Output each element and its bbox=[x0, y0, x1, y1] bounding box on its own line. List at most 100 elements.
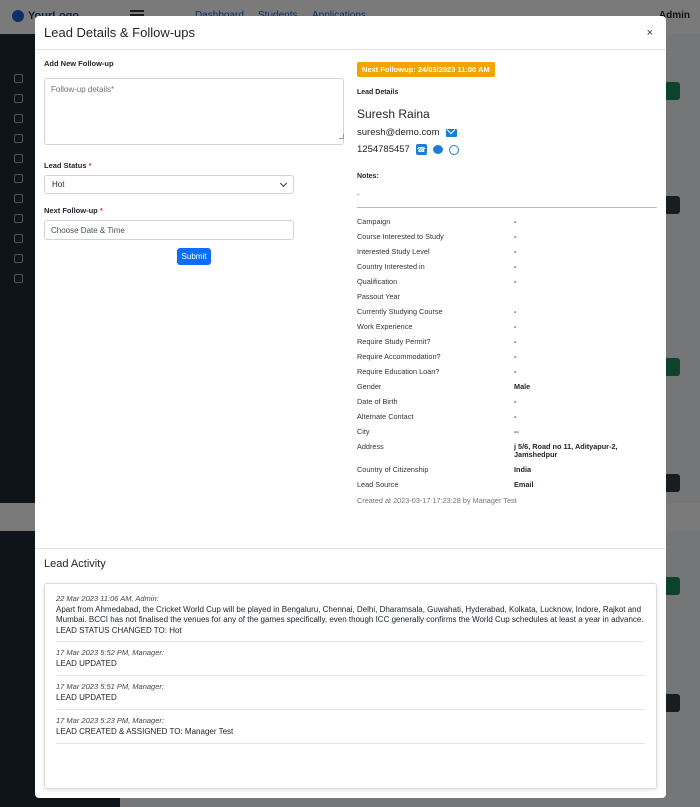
lead-info-row: Address j 5/6, Road no 11, Adityapur-2, J… bbox=[357, 439, 657, 462]
lead-email: suresh@demo.com bbox=[357, 127, 440, 138]
notes-value: - bbox=[357, 190, 360, 199]
activity-meta: 17 Mar 2023 5:52 PM, Manager: bbox=[56, 648, 164, 657]
lead-status-label: Lead Status * bbox=[44, 161, 344, 170]
lead-info-row: Require Study Permit? - bbox=[357, 334, 657, 349]
submit-wrap: Submit bbox=[44, 246, 344, 265]
lead-info-key: Currently Studying Course bbox=[357, 306, 443, 316]
lead-status-label-text: Lead Status bbox=[44, 161, 87, 170]
activity-item: 17 Mar 2023 5:51 PM, Manager: LEAD UPDATE… bbox=[56, 676, 645, 710]
lead-status-select[interactable]: Hot bbox=[44, 175, 294, 194]
lead-info-value bbox=[514, 289, 657, 304]
chevron-down-icon bbox=[279, 179, 288, 187]
lead-info-key: Require Accommodation? bbox=[357, 351, 441, 361]
lead-info-key: Date of Birth bbox=[357, 396, 398, 406]
lead-info-value: - bbox=[514, 276, 517, 286]
lead-info-row: Passout Year bbox=[357, 289, 657, 304]
lead-info-value: - bbox=[514, 231, 517, 241]
phone-row: 1254785457 ☎ bbox=[357, 144, 657, 155]
lead-info-value: - bbox=[514, 336, 517, 346]
activity-list: 22 Mar 2023 11:06 AM, Admin: Apart from A… bbox=[44, 583, 657, 789]
lead-info-key: Qualification bbox=[357, 276, 398, 286]
lead-info-row: Require Accommodation? - bbox=[357, 349, 657, 364]
lead-info-row: Gender Male bbox=[357, 379, 657, 394]
lead-info-value: - bbox=[514, 261, 517, 271]
notes-label: Notes: bbox=[357, 173, 379, 180]
lead-info-value: - bbox=[514, 246, 517, 256]
email-row: suresh@demo.com bbox=[357, 127, 657, 138]
required-mark: * bbox=[88, 161, 92, 170]
lead-info-row: Date of Birth - bbox=[357, 394, 657, 409]
activity-text: LEAD CREATED & ASSIGNED TO: Manager Test bbox=[56, 727, 234, 736]
lead-info-row: Country of Citizenship India bbox=[357, 462, 657, 477]
lead-info-row: Require Education Loan? - bbox=[357, 364, 657, 379]
lead-info-table: Campaign - Course Interested to Study - Inte… bbox=[357, 214, 657, 492]
lead-info-value: j 5/6, Road no 11, Adityapur-2, Jamshedp… bbox=[514, 441, 618, 459]
next-followup-label: Next Follow-up * bbox=[44, 206, 344, 215]
add-followup-label: Add New Follow-up bbox=[44, 59, 114, 68]
lead-info-value: - bbox=[514, 351, 517, 361]
whatsapp-icon[interactable] bbox=[448, 144, 459, 155]
activity-text: LEAD UPDATED bbox=[56, 693, 117, 702]
activity-item: 22 Mar 2023 11:06 AM, Admin: Apart from A… bbox=[56, 588, 645, 642]
lead-info-key: Lead Source bbox=[357, 479, 399, 489]
activity-item: 17 Mar 2023 5:23 PM, Manager: LEAD CREATE… bbox=[56, 710, 645, 744]
activity-status: LEAD STATUS CHANGED TO: Hot bbox=[56, 626, 182, 635]
textarea-resize-handle[interactable] bbox=[339, 134, 344, 139]
notes-divider bbox=[357, 207, 657, 208]
next-followup-label-text: Next Follow-up bbox=[44, 206, 98, 215]
lead-info-value: - bbox=[514, 396, 517, 406]
modal-title: Lead Details & Follow-ups bbox=[44, 25, 196, 40]
lead-info-value: Male bbox=[514, 381, 531, 391]
close-button[interactable]: × bbox=[643, 25, 657, 41]
lead-info-value: India bbox=[514, 464, 532, 474]
chat-icon[interactable] bbox=[432, 145, 443, 154]
lead-info-key: Course Interested to Study bbox=[357, 231, 444, 241]
lead-info-row: Country Interested in - bbox=[357, 259, 657, 274]
lead-info-key: Gender bbox=[357, 381, 382, 391]
followup-details-textarea[interactable] bbox=[44, 78, 344, 145]
activity-meta: 22 Mar 2023 11:06 AM, Admin: bbox=[56, 594, 159, 603]
activity-text: LEAD UPDATED bbox=[56, 659, 117, 668]
lead-details-label: Lead Details bbox=[357, 89, 399, 96]
submit-button[interactable]: Submit bbox=[176, 248, 212, 265]
lead-details-modal: Lead Details & Follow-ups × Add New Foll… bbox=[35, 16, 666, 798]
envelope-icon[interactable] bbox=[445, 128, 457, 137]
lead-info-row: Alternate Contact - bbox=[357, 409, 657, 424]
lead-info-row: Work Experience - bbox=[357, 319, 657, 334]
lead-info-value: - bbox=[514, 366, 517, 376]
required-mark: * bbox=[99, 206, 103, 215]
modal-header: Lead Details & Follow-ups × bbox=[35, 16, 666, 50]
activity-meta: 17 Mar 2023 5:51 PM, Manager: bbox=[56, 682, 164, 691]
lead-info-row: Course Interested to Study - bbox=[357, 229, 657, 244]
lead-details-panel: Next Followup: 24/03/2023 11:00 AM Lead … bbox=[357, 59, 657, 505]
activity-item: 17 Mar 2023 5:52 PM, Manager: LEAD UPDATE… bbox=[56, 642, 645, 676]
lead-info-key: Require Education Loan? bbox=[357, 366, 440, 376]
lead-info-value: - bbox=[514, 216, 517, 226]
followup-form: Add New Follow-up Lead Status * Hot Next… bbox=[44, 59, 344, 265]
lead-info-value: - bbox=[514, 411, 517, 421]
lead-info-key: Country Interested in bbox=[357, 261, 425, 271]
lead-info-row: Interested Study Level - bbox=[357, 244, 657, 259]
lead-name: Suresh Raina bbox=[357, 107, 430, 121]
created-at-text: Created at 2023-03-17 17:23:28 by Manage… bbox=[357, 496, 517, 505]
lead-info-row: Lead Source Email bbox=[357, 477, 657, 492]
lead-info-key: Require Study Permit? bbox=[357, 336, 431, 346]
phone-icon[interactable]: ☎ bbox=[415, 144, 427, 155]
lead-info-key: City bbox=[357, 426, 370, 436]
lead-info-value: Email bbox=[514, 479, 534, 489]
lead-info-row: Currently Studying Course - bbox=[357, 304, 657, 319]
activity-meta: 17 Mar 2023 5:23 PM, Manager: bbox=[56, 716, 164, 725]
lead-info-value: -- bbox=[514, 426, 519, 436]
next-followup-date-input[interactable] bbox=[44, 220, 294, 240]
lead-info-key: Campaign bbox=[357, 216, 391, 226]
lead-info-key: Country of Citizenship bbox=[357, 464, 429, 474]
activity-text: Apart from Ahmedabad, the Cricket World … bbox=[56, 605, 644, 624]
section-divider bbox=[35, 548, 666, 549]
lead-info-key: Work Experience bbox=[357, 321, 413, 331]
lead-activity-title: Lead Activity bbox=[44, 558, 106, 570]
next-followup-badge: Next Followup: 24/03/2023 11:00 AM bbox=[357, 62, 495, 77]
lead-phone: 1254785457 bbox=[357, 144, 410, 155]
lead-info-row: City -- bbox=[357, 424, 657, 439]
lead-info-key: Address bbox=[357, 441, 384, 451]
lead-info-key: Passout Year bbox=[357, 291, 401, 301]
